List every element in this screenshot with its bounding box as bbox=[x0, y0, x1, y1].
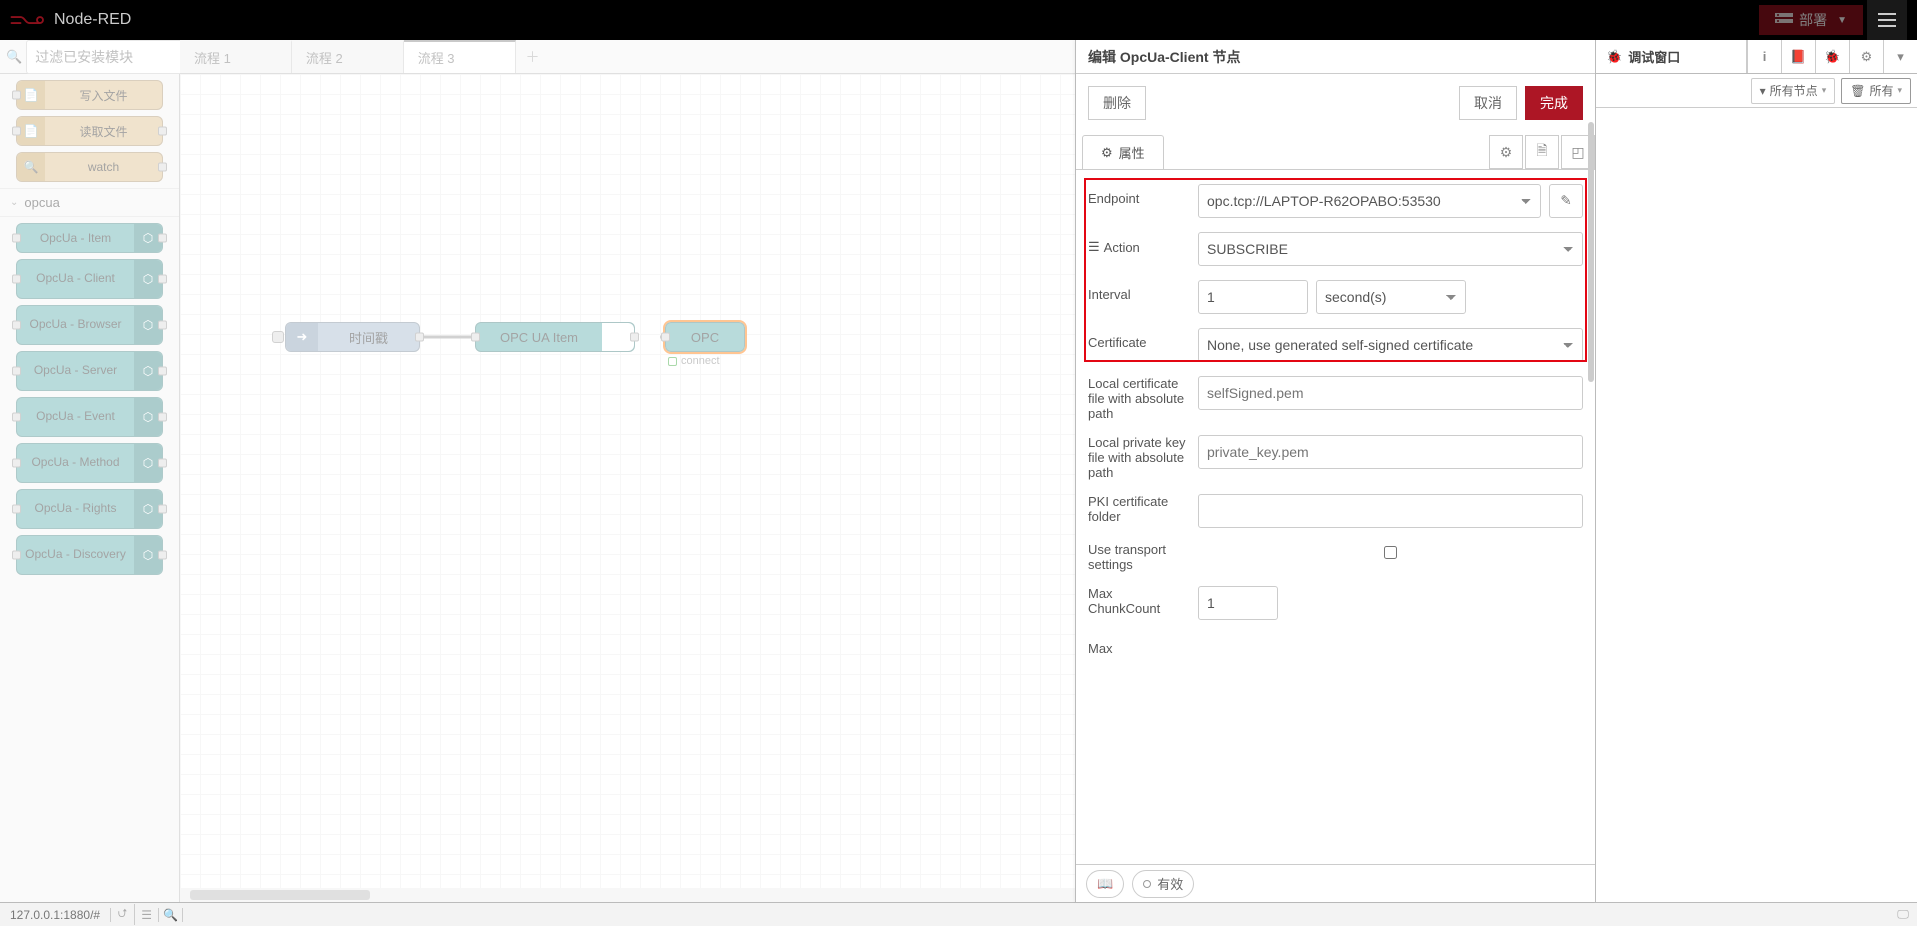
edit-endpoint-button[interactable]: ✎ bbox=[1549, 184, 1583, 218]
tab-flow-2[interactable]: 流程 2 bbox=[292, 40, 404, 73]
flow-node-opcua-client[interactable]: OPC connect bbox=[665, 322, 745, 352]
footer-list-button[interactable]: ☰ bbox=[135, 908, 159, 922]
node-status: connect bbox=[668, 355, 720, 367]
list-icon: ☰ bbox=[1088, 239, 1100, 255]
palette-node-file-read[interactable]: 📄读取文件 bbox=[16, 116, 163, 146]
sidebar-tab-debug[interactable]: 🐞调试窗口 bbox=[1596, 40, 1747, 73]
action-label: ☰Action bbox=[1088, 232, 1188, 255]
endpoint-label: Endpoint bbox=[1088, 184, 1188, 206]
certificate-label: Certificate bbox=[1088, 328, 1188, 350]
deploy-icon bbox=[1775, 13, 1793, 27]
local-cert-label: Local certificate file with absolute pat… bbox=[1088, 376, 1188, 421]
status-url: 127.0.0.1:1880/# bbox=[0, 908, 111, 922]
editor-form: Endpoint opc.tcp://LAPTOP-R62OPABO:53530… bbox=[1076, 170, 1595, 864]
debug-filter-button[interactable]: ▾所有节点▾ bbox=[1751, 78, 1836, 104]
pki-folder-label: PKI certificate folder bbox=[1088, 494, 1188, 524]
tab-settings-button[interactable]: ⚙ bbox=[1489, 135, 1523, 169]
trash-icon: 🗑 bbox=[1850, 84, 1865, 98]
interval-label: Interval bbox=[1088, 280, 1188, 302]
sidebar-debug-button[interactable]: 🐞 bbox=[1815, 40, 1849, 73]
transport-checkbox[interactable] bbox=[1384, 546, 1397, 559]
search-icon: 🔍 bbox=[17, 153, 45, 181]
highlighted-region: Endpoint opc.tcp://LAPTOP-R62OPABO:53530… bbox=[1084, 178, 1587, 362]
sidebar-config-button[interactable]: ⚙ bbox=[1849, 40, 1883, 73]
enabled-toggle[interactable]: 有效 bbox=[1132, 870, 1194, 898]
palette-node-opcua-rights[interactable]: OpcUa - Rights⬡ bbox=[16, 489, 163, 529]
sidebar-dropdown-button[interactable]: ▾ bbox=[1883, 40, 1917, 73]
gear-icon: ⚙ bbox=[1101, 145, 1113, 161]
palette-node-file-write[interactable]: 📄写入文件 bbox=[16, 80, 163, 110]
deploy-button[interactable]: 部署 ▼ bbox=[1759, 5, 1863, 35]
footer-book-button[interactable]: 📖 bbox=[1086, 870, 1124, 898]
maxchunk-input[interactable] bbox=[1198, 586, 1278, 620]
sidebar-info-button[interactable]: i bbox=[1747, 40, 1781, 73]
palette-node-opcua-discovery[interactable]: OpcUa - Discovery⬡ bbox=[16, 535, 163, 575]
footer-popout-button[interactable]: 🖵 bbox=[1889, 907, 1917, 922]
footer-search-button[interactable]: 🔍 bbox=[159, 908, 183, 922]
chevron-down-icon: ▼ bbox=[1837, 15, 1847, 26]
arrow-right-icon: ➜ bbox=[286, 323, 318, 351]
done-button[interactable]: 完成 bbox=[1525, 86, 1583, 120]
palette: 🔍 📄写入文件 📄读取文件 🔍watch ⌄opcua OpcUa - Item… bbox=[0, 40, 180, 902]
debug-clear-button[interactable]: 🗑所有▾ bbox=[1841, 78, 1911, 104]
file-icon: 📄 bbox=[17, 81, 45, 109]
palette-node-opcua-browser[interactable]: OpcUa - Browser⬡ bbox=[16, 305, 163, 345]
app-title: Node-RED bbox=[54, 11, 131, 29]
tab-flow-1[interactable]: 流程 1 bbox=[180, 40, 292, 73]
filter-icon: ▾ bbox=[1760, 84, 1766, 98]
flow-node-inject[interactable]: ➜ 时间戳 bbox=[285, 322, 420, 352]
sidebar: 🐞调试窗口 i 📕 🐞 ⚙ ▾ ▾所有节点▾ 🗑所有▾ bbox=[1595, 40, 1917, 902]
tab-description-button[interactable]: 🗎 bbox=[1525, 135, 1559, 169]
delete-button[interactable]: 删除 bbox=[1088, 86, 1146, 120]
action-select[interactable]: SUBSCRIBE bbox=[1198, 232, 1583, 266]
pencil-icon: ✎ bbox=[1560, 193, 1571, 209]
maxchunk-label: Max ChunkCount bbox=[1088, 586, 1188, 616]
endpoint-select[interactable]: opc.tcp://LAPTOP-R62OPABO:53530 bbox=[1198, 184, 1541, 218]
flow-node-opcua-item[interactable]: OPC UA Item ⬡ bbox=[475, 322, 635, 352]
main-menu-button[interactable] bbox=[1867, 0, 1907, 40]
node-editor-tray: 编辑 OpcUa-Client 节点 删除 取消 完成 ⚙属性 ⚙ 🗎 ◰ En… bbox=[1075, 40, 1595, 902]
local-key-input[interactable] bbox=[1198, 435, 1583, 469]
inject-button[interactable] bbox=[272, 331, 284, 343]
app-logo: Node-RED bbox=[10, 11, 131, 29]
certificate-select[interactable]: None, use generated self-signed certific… bbox=[1198, 328, 1583, 362]
book-icon: 📖 bbox=[1097, 876, 1113, 892]
debug-messages bbox=[1596, 108, 1917, 902]
file-icon: 📄 bbox=[17, 117, 45, 145]
status-bar: 127.0.0.1:1880/# ⮍ ☰ 🔍 🖵 bbox=[0, 902, 1917, 926]
palette-node-opcua-event[interactable]: OpcUa - Event⬡ bbox=[16, 397, 163, 437]
interval-unit-select[interactable]: second(s) bbox=[1316, 280, 1466, 314]
app-header: Node-RED 部署 ▼ bbox=[0, 0, 1917, 40]
tab-flow-3[interactable]: 流程 3 bbox=[404, 40, 516, 73]
palette-node-opcua-client[interactable]: OpcUa - Client⬡ bbox=[16, 259, 163, 299]
palette-node-opcua-item[interactable]: OpcUa - Item⬡ bbox=[16, 223, 163, 253]
sidebar-help-button[interactable]: 📕 bbox=[1781, 40, 1815, 73]
editor-scrollbar[interactable] bbox=[1587, 122, 1595, 862]
search-icon: 🔍 bbox=[6, 49, 22, 65]
cancel-button[interactable]: 取消 bbox=[1459, 86, 1517, 120]
editor-title: 编辑 OpcUa-Client 节点 bbox=[1076, 40, 1595, 74]
add-tab-button[interactable]: ＋ bbox=[516, 40, 550, 73]
palette-node-watch[interactable]: 🔍watch bbox=[16, 152, 163, 182]
palette-category-opcua[interactable]: ⌄opcua bbox=[0, 188, 179, 217]
interval-input[interactable] bbox=[1198, 280, 1308, 314]
logo-icon bbox=[10, 11, 46, 29]
bug-icon: 🐞 bbox=[1606, 49, 1622, 65]
hamburger-icon bbox=[1878, 13, 1896, 27]
palette-node-opcua-server[interactable]: OpcUa - Server⬡ bbox=[16, 351, 163, 391]
local-key-label: Local private key file with absolute pat… bbox=[1088, 435, 1188, 480]
pki-folder-input[interactable] bbox=[1198, 494, 1583, 528]
chevron-down-icon: ⌄ bbox=[10, 197, 18, 208]
more-label: Max bbox=[1088, 634, 1188, 656]
local-cert-input[interactable] bbox=[1198, 376, 1583, 410]
tab-properties[interactable]: ⚙属性 bbox=[1082, 135, 1164, 169]
palette-node-opcua-method[interactable]: OpcUa - Method⬡ bbox=[16, 443, 163, 483]
palette-search[interactable]: 🔍 bbox=[0, 40, 179, 74]
footer-collapse-button[interactable]: ⮍ bbox=[111, 904, 135, 925]
transport-label: Use transport settings bbox=[1088, 542, 1188, 572]
